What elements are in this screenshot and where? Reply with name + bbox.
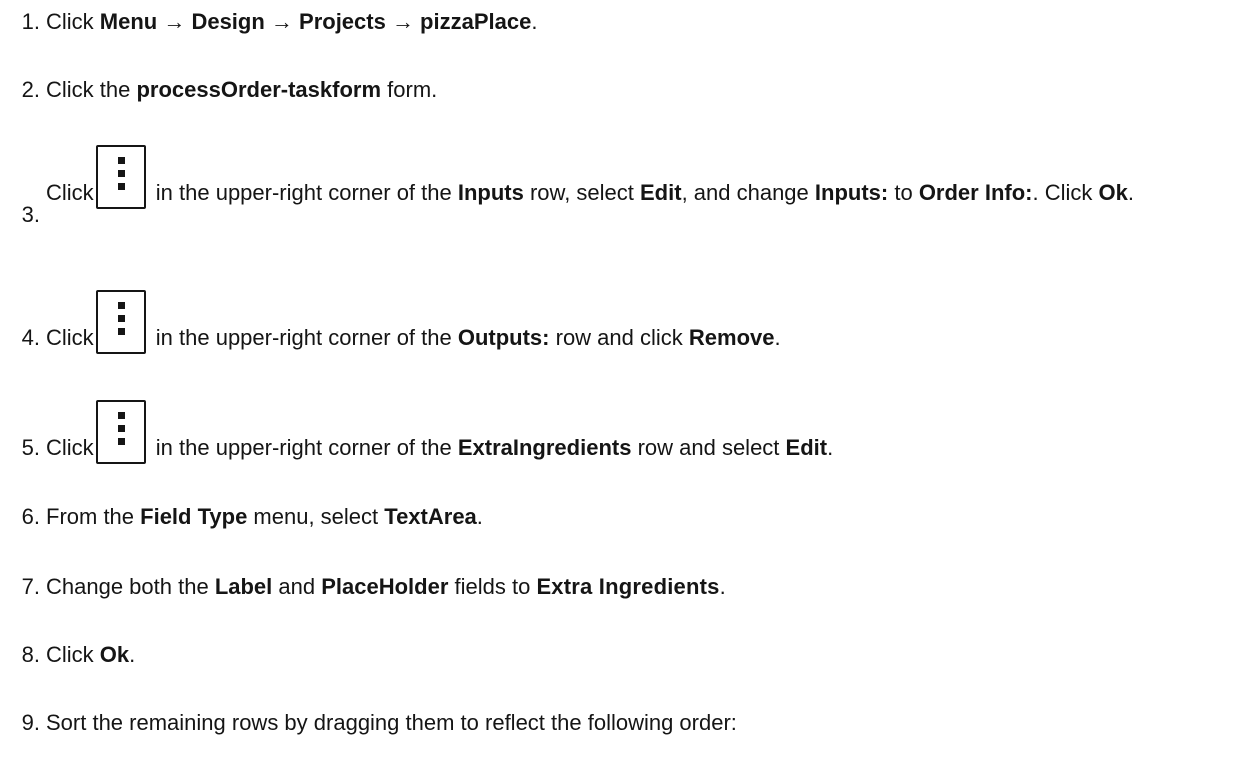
step-text-segment: in the upper-right corner of the: [149, 180, 458, 205]
step-text-segment: .: [476, 504, 483, 529]
field-name: Inputs:: [814, 180, 889, 205]
step-text: Click in the upper-right corner of the O…: [46, 290, 1239, 354]
step-text: Click the processOrder-taskform form.: [46, 73, 1239, 106]
action-name: Edit: [785, 435, 828, 460]
step-text-segment: , and change: [681, 180, 815, 205]
step-text-segment: fields to: [448, 574, 537, 599]
step-number: 1.: [21, 9, 40, 34]
kebab-menu-button: [95, 290, 146, 354]
step-text-segment: Click: [46, 180, 94, 205]
field-type-value: TextArea: [384, 504, 477, 529]
step-number: 9.: [21, 710, 40, 735]
step-number: 3.: [21, 202, 40, 227]
step-text: Click Ok.: [46, 638, 1239, 671]
step-text-segment: row and click: [549, 325, 689, 350]
action-name: Remove: [688, 325, 775, 350]
kebab-menu-icon: [117, 157, 125, 190]
step-text: Click in the upper-right corner of the E…: [46, 400, 1239, 464]
step-text-segment: Change both the: [46, 574, 215, 599]
step-text-segment: .: [827, 435, 834, 460]
button-name: Ok: [99, 642, 130, 667]
step-text: Click in the upper-right corner of the I…: [46, 145, 1239, 209]
step-text-segment: form.: [381, 77, 438, 102]
step-text-segment: row, select: [523, 180, 640, 205]
step-text-segment: .: [129, 642, 136, 667]
step-text-segment: in the upper-right corner of the: [149, 325, 458, 350]
new-field-name: Order Info:: [918, 180, 1033, 205]
step-text-segment: row and select: [631, 435, 786, 460]
step-text-segment: Click: [46, 325, 94, 350]
button-name: Ok: [1098, 180, 1128, 205]
step-text-segment: From the: [46, 504, 141, 529]
step-number: 6.: [21, 504, 40, 529]
step-text-segment: .: [774, 325, 781, 350]
step-number: 5.: [21, 435, 40, 460]
menu-name: Field Type: [140, 504, 248, 529]
menu-path: Menu → Design → Projects → pizzaPlace: [99, 9, 532, 34]
field-name: Label: [214, 574, 273, 599]
step-text-segment: in the upper-right corner of the: [149, 435, 458, 460]
row-name: ExtraIngredients: [457, 435, 632, 460]
step-text-segment: Click: [46, 9, 100, 34]
field-name: PlaceHolder: [321, 574, 449, 599]
step-text-segment: and: [272, 574, 322, 599]
kebab-menu-icon: [117, 302, 125, 335]
step-number: 2.: [21, 77, 40, 102]
step-text-segment: to: [888, 180, 919, 205]
step-text-segment: Click: [46, 435, 94, 460]
step-text-segment: menu, select: [247, 504, 385, 529]
step-text-segment: Sort the remaining rows by dragging them…: [46, 710, 737, 735]
step-text: Change both the Label and PlaceHolder fi…: [46, 570, 1239, 603]
field-value: Extra Ingredients: [536, 574, 720, 599]
step-text-segment: .: [1127, 180, 1134, 205]
step-text-segment: .: [719, 574, 726, 599]
step-number: 7.: [21, 574, 40, 599]
step-text: Click Menu → Design → Projects → pizzaPl…: [46, 5, 1239, 38]
kebab-menu-icon: [117, 412, 125, 445]
row-name: Inputs: [457, 180, 524, 205]
step-text-segment: .: [531, 9, 538, 34]
step-text: Sort the remaining rows by dragging them…: [46, 706, 1239, 739]
step-text-segment: Click the: [46, 77, 137, 102]
step-number: 8.: [21, 642, 40, 667]
row-name: Outputs:: [457, 325, 550, 350]
kebab-menu-button: [95, 145, 146, 209]
step-text: From the Field Type menu, select TextAre…: [46, 500, 1239, 533]
kebab-menu-button: [95, 400, 146, 464]
form-name: processOrder-taskform: [136, 77, 382, 102]
step-number: 4.: [21, 325, 40, 350]
step-text-segment: . Click: [1032, 180, 1099, 205]
action-name: Edit: [640, 180, 682, 205]
step-text-segment: Click: [46, 642, 100, 667]
